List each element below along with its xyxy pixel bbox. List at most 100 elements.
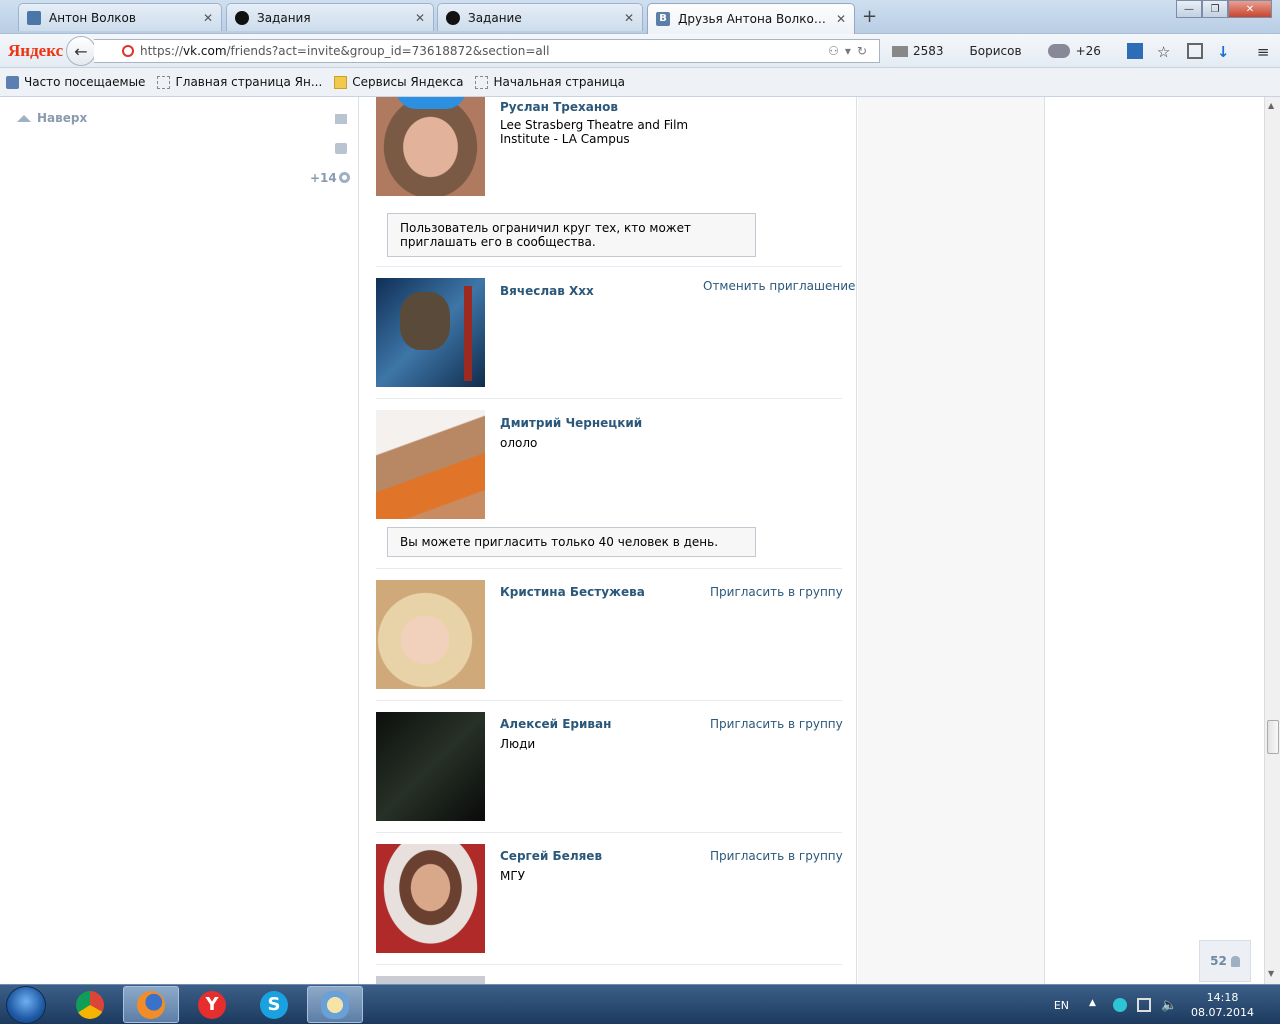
minimize-button[interactable]: — — [1176, 0, 1202, 18]
close-icon[interactable]: ✕ — [836, 12, 846, 26]
online-count: 52 — [1210, 954, 1227, 968]
online-counter[interactable]: 52 — [1199, 940, 1251, 982]
language-indicator[interactable]: EN — [1054, 999, 1069, 1012]
friend-avatar[interactable] — [376, 844, 485, 953]
window-close-button[interactable]: ✕ — [1228, 0, 1272, 18]
taskbar-paint[interactable] — [307, 986, 363, 1023]
close-icon[interactable]: ✕ — [203, 11, 213, 25]
navigation-bar: Яндекс ← https://vk.com/friends?act=invi… — [0, 34, 1280, 68]
url-text[interactable]: https://vk.com/friends?act=invite&group_… — [140, 44, 828, 58]
extension-icon[interactable] — [1126, 43, 1143, 59]
star-icon[interactable]: ☆ — [1157, 43, 1173, 61]
invite-to-group-link[interactable]: Пригласить в группу — [710, 585, 843, 599]
arrow-left-icon: ← — [74, 41, 88, 61]
start-button[interactable] — [6, 986, 46, 1024]
comments-icon[interactable] — [335, 143, 347, 154]
cancel-invitation-link[interactable]: Отменить приглашение — [703, 279, 855, 293]
notifications-counter[interactable]: +14 — [310, 171, 350, 185]
invite-restriction-notice: Пользователь ограничил круг тех, кто мож… — [387, 213, 756, 257]
friend-name[interactable]: Дмитрий Чернецкий — [500, 416, 642, 430]
site-info-icon[interactable] — [122, 45, 134, 57]
taskbar-yandex-browser[interactable]: Y — [184, 986, 240, 1023]
friend-row: Руслан Треханов Lee Strasberg Theatre an… — [376, 97, 842, 267]
menu-icon[interactable]: ≡ — [1257, 43, 1273, 61]
bookmark-frequent[interactable]: Часто посещаемые — [6, 75, 145, 89]
friend-subtitle: Lee Strasberg Theatre and Film Institute… — [500, 118, 689, 146]
new-tab-button[interactable]: + — [862, 6, 877, 27]
invite-to-group-link[interactable]: Пригласить в группу — [710, 717, 843, 731]
taskbar-firefox[interactable] — [123, 986, 179, 1023]
scrollbar-thumb[interactable] — [1267, 720, 1279, 754]
logo-text: Яндекс — [8, 40, 64, 60]
clock-time: 14:18 — [1206, 991, 1239, 1004]
maximize-button[interactable]: ❐ — [1202, 0, 1228, 18]
friend-name[interactable]: Руслан Треханов — [500, 100, 618, 114]
toolbar-widgets: 2583 Борисов +26 ☆ ↓ ≡ — [892, 34, 1280, 68]
task-icon — [235, 10, 249, 25]
bookmark-yandex-home[interactable]: Главная страница Ян... — [157, 75, 322, 89]
scroll-down-icon[interactable]: ▼ — [1268, 969, 1274, 978]
weather-widget[interactable]: +26 — [1047, 44, 1101, 58]
bookmark-start-page[interactable]: Начальная страница — [475, 75, 625, 89]
url-host: vk.com — [183, 44, 227, 58]
yandex-browser-icon: Y — [198, 990, 226, 1019]
friend-avatar[interactable] — [376, 580, 485, 689]
tab-zadanie[interactable]: Задание ✕ — [437, 3, 643, 31]
task-icon — [446, 10, 460, 25]
bookmark-label: Часто посещаемые — [24, 75, 146, 89]
person-icon — [1230, 955, 1240, 967]
friend-row: Вячеслав Ххх Отменить приглашение — [376, 267, 855, 399]
tab-anton-volkov[interactable]: Антон Волков ✕ — [18, 3, 222, 31]
city-widget[interactable]: Борисов — [970, 44, 1022, 58]
volume-icon[interactable]: 🔈 — [1161, 998, 1177, 1013]
skype-icon: S — [260, 990, 288, 1019]
friend-name[interactable]: Вячеслав Ххх — [500, 284, 594, 298]
friend-avatar[interactable] — [376, 278, 485, 387]
windows-taskbar: Y S EN ▲ 🔈 14:18 08.07.2014 — [0, 984, 1280, 1024]
taskbar-skype[interactable]: S — [246, 986, 302, 1023]
folder-icon — [334, 75, 348, 89]
back-button[interactable]: ← — [66, 36, 96, 66]
mail-widget[interactable]: 2583 — [892, 44, 944, 58]
friend-avatar[interactable] — [376, 410, 485, 519]
address-bar[interactable]: https://vk.com/friends?act=invite&group_… — [94, 39, 880, 63]
browser-tab-bar: Антон Волков ✕ Задания ✕ Задание ✕ B Дру… — [0, 0, 1280, 34]
messages-icon[interactable] — [335, 114, 347, 124]
close-icon[interactable]: ✕ — [624, 11, 634, 25]
close-icon[interactable]: ✕ — [415, 11, 425, 25]
friend-avatar[interactable] — [376, 976, 485, 984]
scroll-to-top-button[interactable]: Наверх — [17, 111, 87, 125]
url-prefix: https:// — [140, 44, 184, 58]
friend-name[interactable]: Кристина Бестужева — [500, 585, 645, 599]
invite-to-group-link[interactable]: Пригласить в группу — [710, 849, 843, 863]
tab-label: Друзья Антона Волкова | ... — [678, 12, 830, 26]
tab-zadaniya[interactable]: Задания ✕ — [226, 3, 434, 31]
bookmark-yandex-services[interactable]: Сервисы Яндекса — [334, 75, 463, 89]
page-icon — [157, 75, 171, 89]
clock[interactable]: 14:18 08.07.2014 — [1191, 990, 1254, 1020]
app-tray-icon[interactable] — [1113, 998, 1128, 1012]
city-label: Борисов — [969, 44, 1022, 58]
yandex-logo[interactable]: Яндекс — [8, 40, 64, 61]
taskbar-chrome[interactable] — [62, 986, 118, 1023]
library-icon[interactable] — [1186, 43, 1203, 59]
show-hidden-icons[interactable]: ▲ — [1089, 998, 1103, 1012]
tab-friends[interactable]: B Друзья Антона Волкова | ... ✕ — [647, 3, 855, 34]
friend-avatar[interactable] — [376, 712, 485, 821]
page-scrollbar[interactable]: ▲ ▼ — [1264, 97, 1280, 984]
notice-text: Пользователь ограничил круг тех, кто мож… — [400, 221, 691, 249]
friend-name[interactable]: Сергей Беляев — [500, 849, 602, 863]
scroll-up-icon[interactable]: ▲ — [1268, 101, 1274, 110]
notice-text: Вы можете пригласить только 40 человек в… — [400, 535, 719, 549]
download-icon[interactable]: ↓ — [1217, 43, 1233, 61]
network-icon[interactable] — [1137, 998, 1152, 1012]
reader-icon[interactable]: ⚇▾↻ — [828, 44, 873, 58]
tab-label: Задание — [468, 10, 522, 25]
arrow-up-icon — [17, 114, 31, 122]
system-tray: EN ▲ 🔈 14:18 08.07.2014 — [1054, 985, 1280, 1024]
invite-limit-notice: Вы можете пригласить только 40 человек в… — [387, 527, 756, 557]
friend-row: Сергей Беляев МГУ Пригласить в группу — [376, 833, 843, 965]
friend-name[interactable]: Алексей Ериван — [500, 717, 611, 731]
friend-avatar[interactable] — [376, 97, 485, 196]
vk-play-icon — [27, 10, 41, 25]
